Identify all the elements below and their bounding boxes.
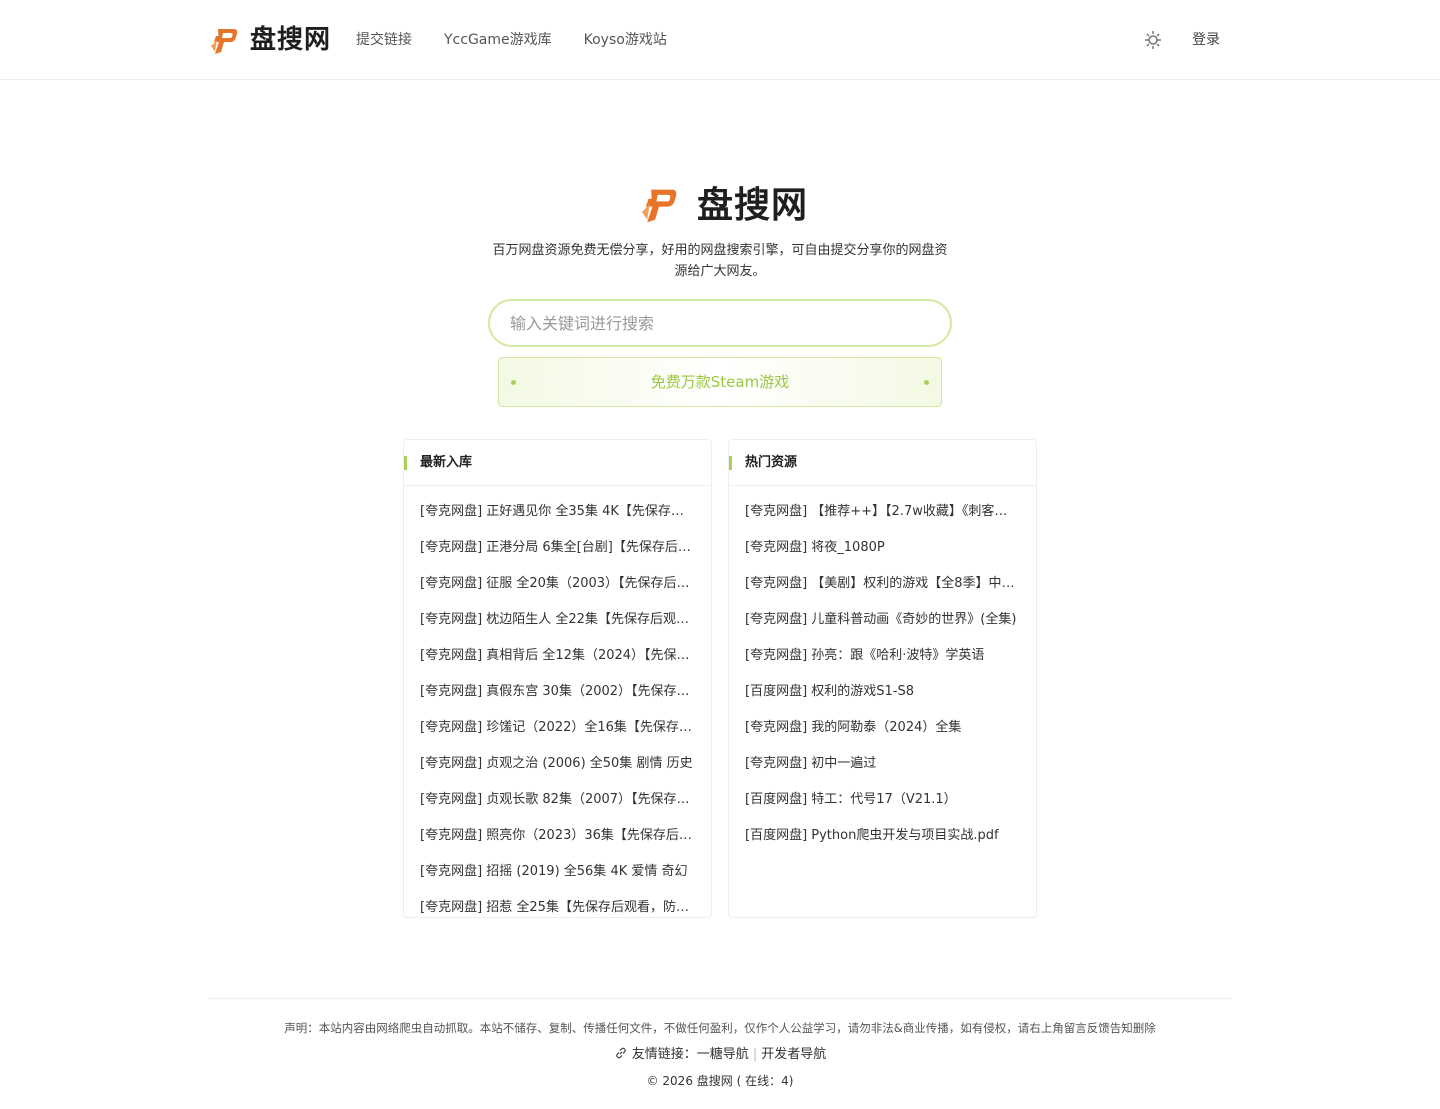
nav-yccgame[interactable]: YccGame游戏库 [444,30,552,50]
list-item[interactable]: [夸克网盘] 真假东宫 30集（2002）【先保存后观看， [404,674,711,710]
list-item[interactable]: [夸克网盘] 真相背后 全12集（2024）【先保存后观看， [404,638,711,674]
hot-panel: 热门资源 [夸克网盘] 【推荐++】【2.7w收藏】《刺客信条》 [夸克网盘] … [728,439,1037,918]
promo-label: 免费万款Steam游戏 [650,373,790,391]
hot-panel-title: 热门资源 [745,455,798,470]
list-item[interactable]: [夸克网盘] 照亮你（2023）36集【先保存后观看， [404,818,711,854]
list-item[interactable]: [百度网盘] 权利的游戏S1-S8 [729,674,1036,710]
theme-toggle-icon[interactable] [1142,29,1164,51]
search-input[interactable] [510,301,930,345]
top-header: 盘搜网 提交链接 YccGame游戏库 Koyso游戏站 登录 [0,0,1440,80]
list-item[interactable]: [夸克网盘] 正好遇见你 全35集 4K【先保存后观看， [404,494,711,530]
hot-panel-header: 热门资源 [729,440,1036,486]
latest-panel-header: 最新入库 [404,440,711,486]
list-item[interactable]: [夸克网盘] 贞观长歌 82集（2007）【先保存后观看， [404,782,711,818]
friend-links-label: 友情链接： [631,1047,697,1062]
hero-description: 百万网盘资源免费无偿分享，好用的网盘搜索引擎，可自由提交分享你的网盘资源给广大网… [492,243,948,279]
list-item[interactable]: [夸克网盘] 珍馐记（2022）全16集【先保存后观看， [404,710,711,746]
latest-panel: 最新入库 [夸克网盘] 正好遇见你 全35集 4K【先保存后观看， [夸克网盘]… [403,439,712,918]
header-inner: 盘搜网 提交链接 YccGame游戏库 Koyso游戏站 登录 [208,0,1232,80]
hero-title: 盘搜网 [697,185,809,226]
hero-logo-icon [641,189,677,223]
accent-bar [404,456,407,470]
list-item[interactable]: [夸克网盘] 初中一遍过 [729,746,1036,782]
list-item[interactable]: [夸克网盘] 招摇 (2019) 全56集 4K 爱情 奇幻 [404,854,711,890]
friend-link-yitang[interactable]: 一糖导航 [697,1047,749,1062]
list-item[interactable]: [夸克网盘] 儿童科普动画《奇妙的世界》(全集) [729,602,1036,638]
friend-link-dev-nav[interactable]: 开发者导航 [761,1047,826,1062]
footer-disclaimer: 声明：本站内容由网络爬虫自动抓取。本站不储存、复制、传播任何文件，不做任何盈利，… [284,1021,1156,1035]
nav-submit-link[interactable]: 提交链接 [356,30,412,50]
search-box[interactable] [488,299,952,347]
nav-koyso[interactable]: Koyso游戏站 [584,30,667,50]
hot-list: [夸克网盘] 【推荐++】【2.7w收藏】《刺客信条》 [夸克网盘] 将夜_10… [729,486,1036,854]
promo-dot-right [924,380,929,385]
list-item[interactable]: [夸克网盘] 我的阿勒泰（2024）全集 [729,710,1036,746]
main-nav: 提交链接 YccGame游戏库 Koyso游戏站 [356,30,667,50]
list-item[interactable]: [夸克网盘] 招惹 全25集【先保存后观看，防止失效】 [404,890,711,926]
list-item[interactable]: [夸克网盘] 枕边陌生人 全22集【先保存后观看， [404,602,711,638]
friend-links: 友情链接：一糖导航 | 开发者导航 [208,1046,1232,1064]
login-button[interactable]: 登录 [1192,30,1220,50]
link-icon [615,1047,626,1059]
list-item[interactable]: [夸克网盘] 【推荐++】【2.7w收藏】《刺客信条》 [729,494,1036,530]
list-item[interactable]: [百度网盘] 特工：代号17（V21.1） [729,782,1036,818]
footer-copyright: © 2026 盘搜网 ( 在线：4) [646,1074,794,1088]
list-item[interactable]: [百度网盘] Python爬虫开发与项目实战.pdf [729,818,1036,854]
footer-divider [208,998,1232,999]
latest-panel-title: 最新入库 [420,455,473,470]
brand-name[interactable]: 盘搜网 [250,22,331,58]
logo-icon[interactable] [208,24,240,56]
separator: | [752,1047,758,1062]
accent-bar [729,456,732,470]
list-item[interactable]: [夸克网盘] 【美剧】权利的游戏【全8季】中英字幕 [729,566,1036,602]
promo-banner[interactable]: 免费万款Steam游戏 [498,357,942,407]
list-item[interactable]: [夸克网盘] 孙亮：跟《哈利·波特》学英语 [729,638,1036,674]
list-item[interactable]: [夸克网盘] 正港分局 6集全[台剧]【先保存后观看， [404,530,711,566]
latest-list: [夸克网盘] 正好遇见你 全35集 4K【先保存后观看， [夸克网盘] 正港分局… [404,486,711,926]
list-item[interactable]: [夸克网盘] 贞观之治 (2006) 全50集 剧情 历史 [404,746,711,782]
list-item[interactable]: [夸克网盘] 将夜_1080P [729,530,1036,566]
list-item[interactable]: [夸克网盘] 征服 全20集（2003）【先保存后观看， [404,566,711,602]
